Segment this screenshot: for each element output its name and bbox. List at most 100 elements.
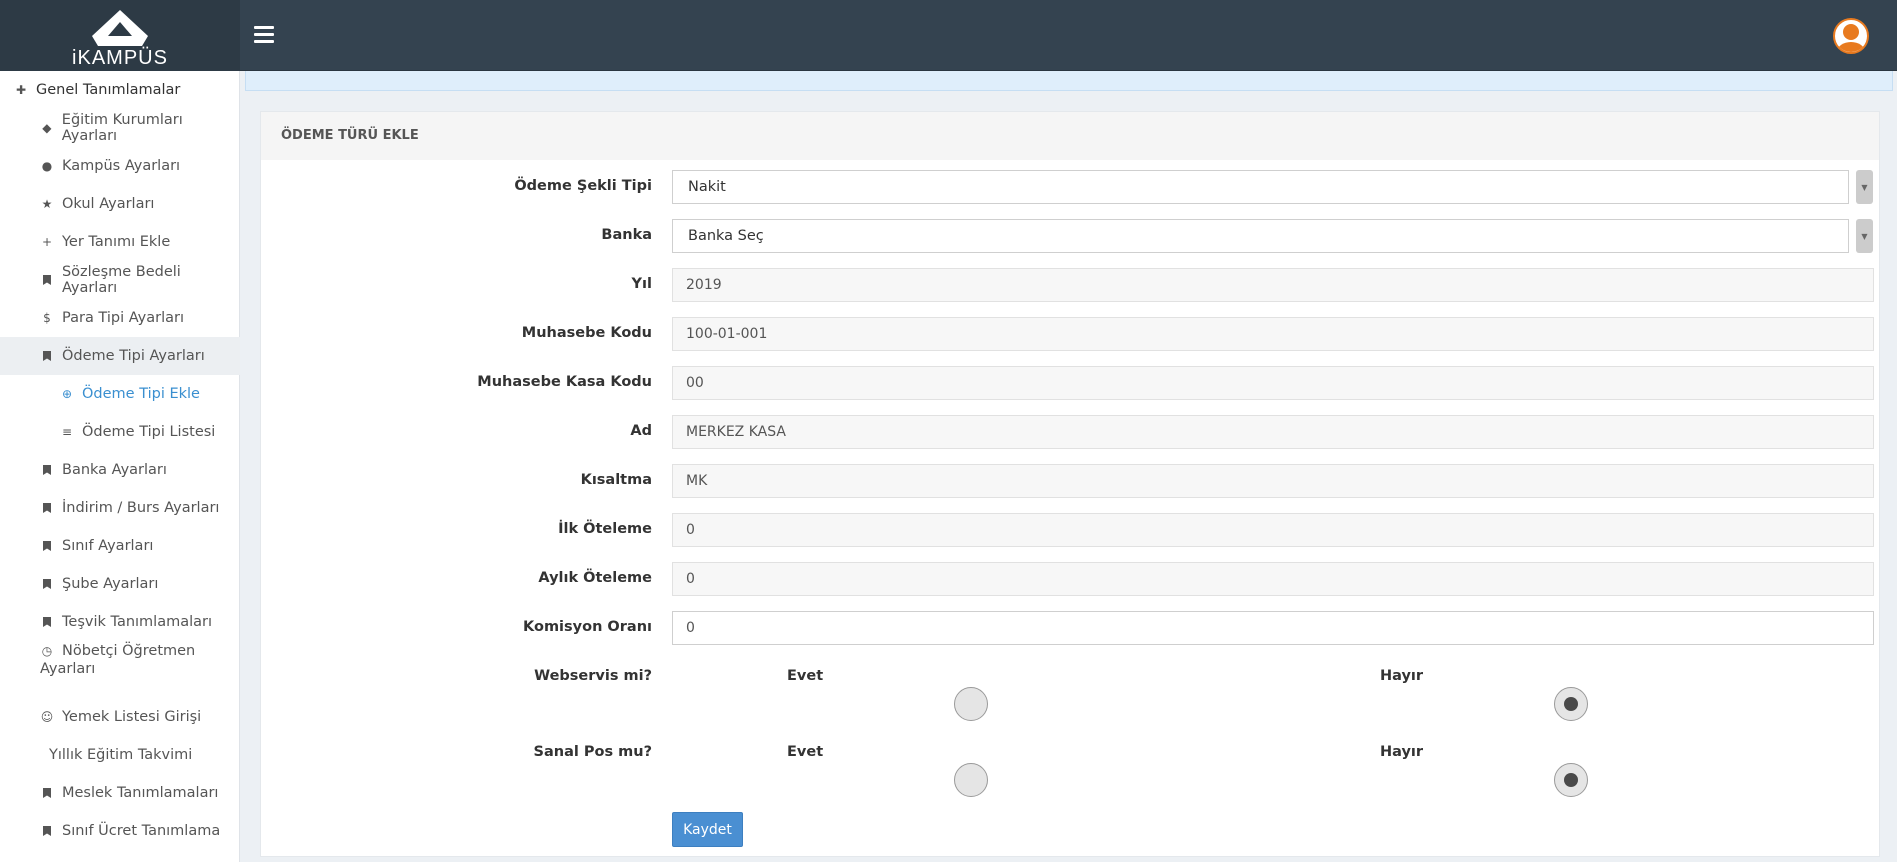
top-navbar: iKAMPÜS	[0, 0, 1897, 71]
webservis-hayir-radio[interactable]	[1554, 687, 1588, 721]
plus-circle-icon: ⊕	[61, 387, 73, 401]
sidebar-item-label: Sınıf Ayarları	[62, 538, 154, 554]
kisaltma-label: Kısaltma	[580, 472, 652, 488]
sanalpos-evet-label: Evet	[787, 744, 824, 760]
sidebar-item-indirim-burs[interactable]: İndirim / Burs Ayarları	[0, 489, 240, 527]
sidebar-item-okul[interactable]: ★ Okul Ayarları	[0, 185, 240, 223]
chevron-down-icon[interactable]: ▼	[1856, 219, 1873, 253]
kisaltma-input[interactable]: MK	[672, 464, 1874, 498]
save-button[interactable]: Kaydet	[672, 812, 743, 847]
sidebar-item-label: Banka Ayarları	[62, 462, 167, 478]
user-icon	[1837, 24, 1865, 52]
sidebar-item-genel-tanimlamalar[interactable]: ✚ Genel Tanımlamalar	[0, 71, 240, 109]
muhasebe-kodu-label: Muhasebe Kodu	[521, 325, 652, 341]
sidebar-item-odeme-tipi-listesi[interactable]: ≡ Ödeme Tipi Listesi	[0, 413, 240, 451]
sidebar-item-sinif[interactable]: Sınıf Ayarları	[0, 527, 240, 565]
komisyon-input[interactable]: 0	[672, 611, 1874, 645]
map-marker-icon: ●	[41, 159, 53, 173]
panel-title: ÖDEME TÜRÜ EKLE	[281, 128, 419, 143]
dollar-icon: $	[43, 311, 51, 325]
odeme-sekli-select[interactable]: Nakit	[672, 170, 1849, 204]
logo-text: iKAMPÜS	[72, 47, 168, 69]
sidebar-item-tesvik[interactable]: Teşvik Tanımlamaları	[0, 603, 240, 641]
yil-label: Yıl	[631, 276, 652, 292]
sidebar-item-egitim-kurumlari[interactable]: ◆ Eğitim Kurumları Ayarları	[0, 109, 240, 147]
bookmark-icon	[40, 463, 54, 477]
smile-icon: ☺	[40, 710, 54, 724]
graduation-cap-icon: ◆	[42, 121, 52, 135]
sidebar-item-label: İndirim / Burs Ayarları	[62, 500, 220, 516]
sidebar-item-sube[interactable]: Şube Ayarları	[0, 565, 240, 603]
clock-icon: ◷	[41, 644, 53, 658]
sidebar-item-yer-tanimi[interactable]: + Yer Tanımı Ekle	[0, 223, 240, 261]
komisyon-label: Komisyon Oranı	[523, 619, 652, 635]
bookmark-icon	[40, 539, 54, 553]
ilk-oteleme-label: İlk Öteleme	[558, 521, 652, 537]
sidebar-item-sozlesme[interactable]: Sözleşme Bedeli Ayarları	[0, 261, 240, 299]
yil-input[interactable]: 2019	[672, 268, 1874, 302]
bookmark-icon	[40, 615, 54, 629]
sidebar-item-meslek[interactable]: Meslek Tanımlamaları	[0, 774, 240, 812]
sidebar-item-label: Yıllık Eğitim Takvimi	[49, 747, 193, 763]
plus-icon: +	[41, 235, 53, 249]
sidebar-item-label: Meslek Tanımlamaları	[62, 785, 219, 801]
odeme-sekli-label: Ödeme Şekli Tipi	[514, 178, 652, 194]
sanalpos-hayir-label: Hayır	[1380, 744, 1424, 760]
list-icon: ≡	[61, 425, 73, 439]
sidebar-item-label-cont: Ayarları	[40, 661, 96, 677]
aylik-oteleme-input[interactable]: 0	[672, 562, 1874, 596]
sidebar-item-label: Ödeme Tipi Listesi	[82, 424, 216, 440]
sidebar-item-odeme-tipi-ekle[interactable]: ⊕ Ödeme Tipi Ekle	[0, 375, 240, 413]
sidebar-item-label: Genel Tanımlamalar	[36, 82, 181, 98]
menu-toggle-icon[interactable]	[254, 26, 274, 44]
sidebar-item-odeme-tipi[interactable]: Ödeme Tipi Ayarları	[0, 337, 240, 375]
sidebar-item-label: Sınıf Ücret Tanımlama	[62, 823, 221, 839]
logo-mark-icon	[92, 10, 148, 46]
sidebar-item-label: Teşvik Tanımlamaları	[62, 614, 212, 630]
panel-header: ÖDEME TÜRÜ EKLE	[261, 112, 1879, 160]
sidebar-item-label: Ödeme Tipi Ayarları	[62, 348, 205, 364]
sidebar-item-label: Okul Ayarları	[62, 196, 155, 212]
sidebar-item-label: Sözleşme Bedeli Ayarları	[61, 264, 181, 296]
webservis-hayir-label: Hayır	[1380, 668, 1424, 684]
puzzle-icon: ✚	[15, 83, 27, 97]
chevron-down-icon[interactable]: ▼	[1856, 170, 1873, 204]
sidebar-item-label: Yer Tanımı Ekle	[62, 234, 171, 250]
bookmark-icon	[40, 577, 54, 591]
bookmark-icon	[40, 349, 54, 363]
info-alert	[245, 71, 1893, 91]
sanalpos-label: Sanal Pos mu?	[533, 744, 652, 760]
ilk-oteleme-input[interactable]: 0	[672, 513, 1874, 547]
logo[interactable]: iKAMPÜS	[0, 0, 240, 71]
bookmark-icon	[40, 824, 54, 838]
bookmark-icon	[40, 786, 54, 800]
banka-select[interactable]: Banka Seç	[672, 219, 1849, 253]
sidebar-item-banka[interactable]: Banka Ayarları	[0, 451, 240, 489]
sidebar-item-label: Kampüs Ayarları	[62, 158, 181, 174]
webservis-label: Webservis mi?	[534, 668, 652, 684]
user-avatar[interactable]	[1833, 18, 1869, 54]
sidebar-item-label: Yemek Listesi Girişi	[62, 709, 202, 725]
sidebar-item-label: Eğitim Kurumları Ayarları	[61, 112, 183, 144]
muhasebe-kodu-input[interactable]: 100-01-001	[672, 317, 1874, 351]
sidebar-item-yemek-listesi[interactable]: ☺ Yemek Listesi Girişi	[0, 698, 240, 736]
kasa-kodu-input[interactable]: 00	[672, 366, 1874, 400]
sanalpos-evet-radio[interactable]	[954, 763, 988, 797]
sidebar-item-nobetci-ogretmen[interactable]: ◷ Nöbetçi Öğretmen Ayarları	[0, 643, 240, 689]
ad-label: Ad	[630, 423, 652, 439]
star-icon: ★	[41, 197, 53, 211]
ad-input[interactable]: MERKEZ KASA	[672, 415, 1874, 449]
sidebar-item-label: Ödeme Tipi Ekle	[82, 386, 200, 402]
banka-label: Banka	[601, 227, 652, 243]
webservis-evet-radio[interactable]	[954, 687, 988, 721]
bookmark-icon	[40, 273, 54, 287]
sidebar-item-yillik-takvim[interactable]: Yıllık Eğitim Takvimi	[0, 736, 240, 774]
sidebar-item-para-tipi[interactable]: $ Para Tipi Ayarları	[0, 299, 240, 337]
sidebar-item-sinif-ucret[interactable]: Sınıf Ücret Tanımlama	[0, 812, 240, 850]
sidebar-item-kampus[interactable]: ● Kampüs Ayarları	[0, 147, 240, 185]
sidebar-item-label: Nöbetçi Öğretmen	[62, 643, 196, 659]
bookmark-icon	[40, 501, 54, 515]
sanalpos-hayir-radio[interactable]	[1554, 763, 1588, 797]
sidebar-item-label: Para Tipi Ayarları	[62, 310, 184, 326]
aylik-oteleme-label: Aylık Öteleme	[538, 570, 652, 586]
